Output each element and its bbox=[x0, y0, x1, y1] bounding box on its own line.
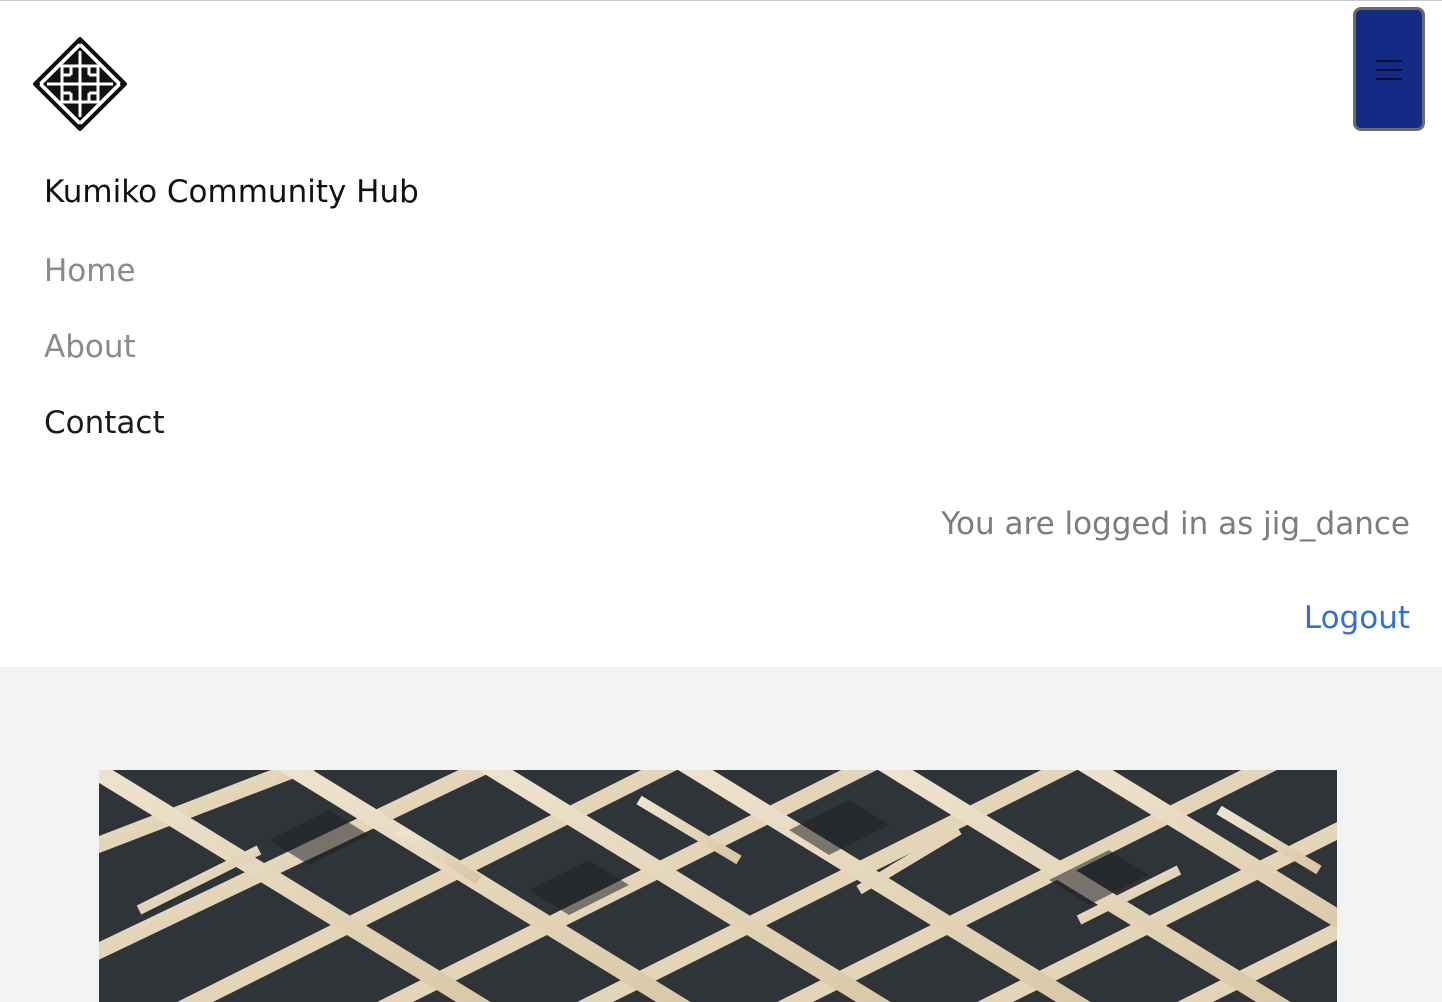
main-nav: Home About Contact bbox=[44, 250, 165, 478]
main-content bbox=[0, 667, 1442, 1002]
kumiko-lattice-logo-icon[interactable] bbox=[33, 37, 127, 131]
site-title-link[interactable]: Kumiko Community Hub bbox=[44, 174, 419, 210]
login-status-text: You are logged in as jig_dance bbox=[941, 506, 1410, 542]
nav-item-contact[interactable]: Contact bbox=[44, 402, 165, 478]
nav-item-home[interactable]: Home bbox=[44, 250, 165, 326]
nav-item-about[interactable]: About bbox=[44, 326, 165, 402]
logout-link[interactable]: Logout bbox=[1304, 600, 1410, 636]
hamburger-menu-icon bbox=[1376, 60, 1402, 80]
menu-toggle-button[interactable] bbox=[1353, 7, 1425, 131]
kumiko-lattice-hero-image bbox=[99, 770, 1337, 1002]
site-header: Kumiko Community Hub Home About Contact … bbox=[0, 1, 1442, 667]
